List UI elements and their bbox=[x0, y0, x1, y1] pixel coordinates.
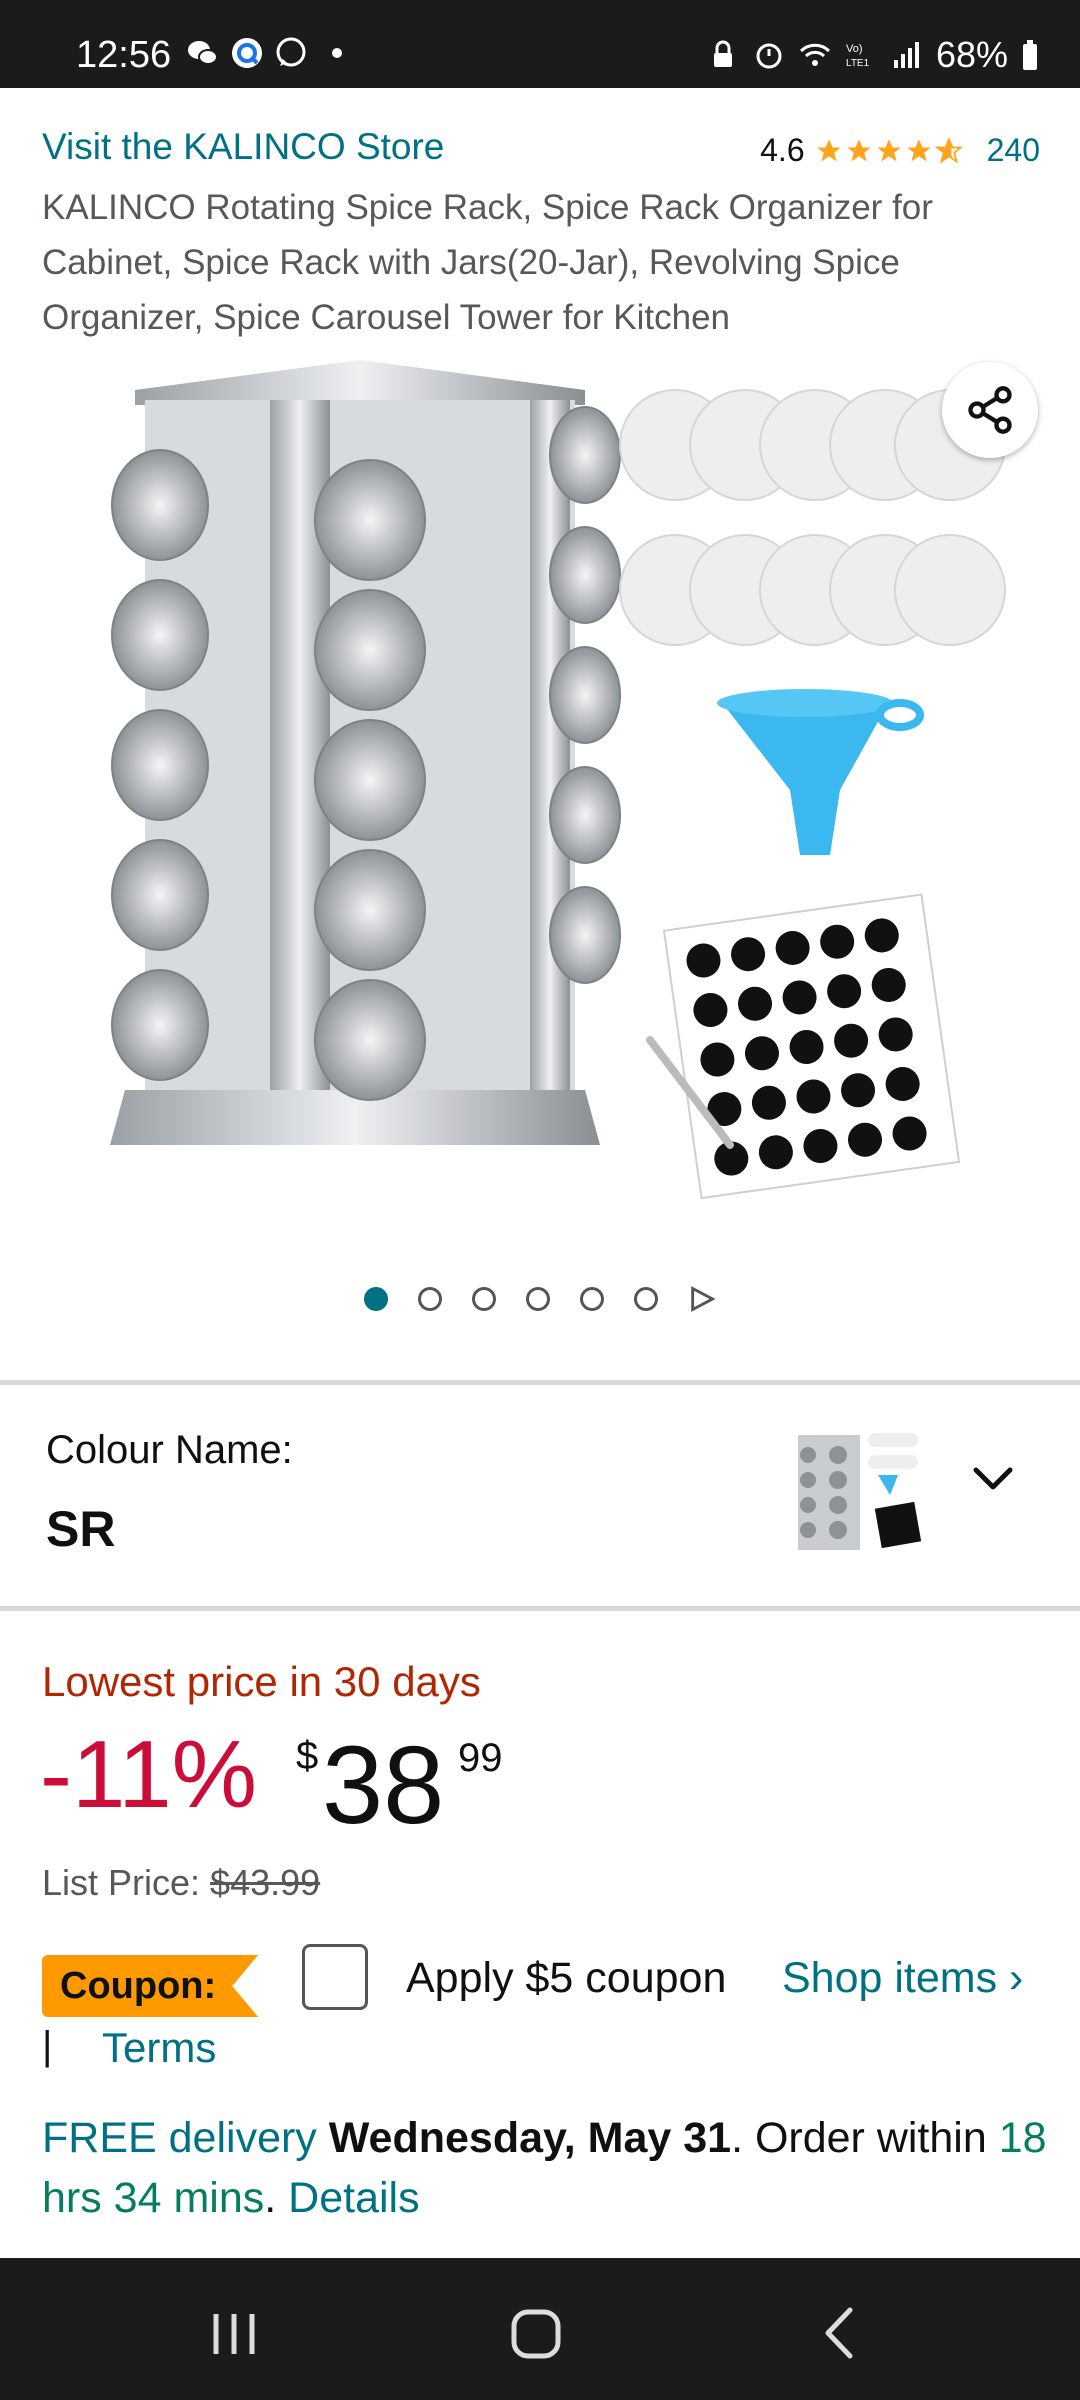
volte-icon: Vo) LTE1 bbox=[846, 43, 870, 69]
whatsapp-icon bbox=[276, 37, 306, 67]
product-image[interactable] bbox=[40, 345, 1040, 1245]
star-full-icon bbox=[846, 138, 871, 161]
svg-text:Vo): Vo) bbox=[846, 43, 863, 55]
colour-thumbnail[interactable] bbox=[790, 1425, 930, 1560]
battery-percent: 68% bbox=[935, 34, 1008, 75]
delivery-date: Wednesday, May 31 bbox=[328, 2114, 732, 2162]
share-icon bbox=[968, 386, 1012, 434]
back-icon[interactable] bbox=[800, 2298, 880, 2368]
section-divider bbox=[0, 1606, 1080, 1611]
signal-icon bbox=[893, 42, 919, 68]
rating-value: 4.6 bbox=[760, 132, 805, 168]
list-price-value: $43.99 bbox=[210, 1862, 321, 1903]
carousel-dot-6[interactable] bbox=[634, 1287, 658, 1311]
rating-count: 240 bbox=[986, 132, 1040, 168]
coupon-checkbox[interactable] bbox=[302, 1944, 368, 2010]
store-link[interactable]: Visit the KALINCO Store bbox=[42, 126, 444, 168]
status-bar: 12:56 Vo) LTE1 68% bbox=[0, 0, 1080, 88]
star-rating bbox=[815, 136, 963, 165]
coupon-badge: Coupon: bbox=[42, 1955, 259, 2017]
coupon-apply-text[interactable]: Apply $5 coupon bbox=[406, 1954, 726, 2003]
carousel-dot-4[interactable] bbox=[526, 1287, 550, 1311]
delivery-period: . bbox=[264, 2174, 277, 2222]
carousel-dot-3[interactable] bbox=[472, 1287, 496, 1311]
battery-icon bbox=[1023, 40, 1037, 70]
order-within-text: . Order within bbox=[731, 2114, 987, 2162]
wifi-icon bbox=[799, 43, 830, 66]
status-app-icons bbox=[186, 36, 342, 70]
delivery-info: FREE delivery Wednesday, May 31. Order w… bbox=[42, 2108, 1052, 2228]
discount-percent: -11% bbox=[40, 1721, 257, 1828]
coupon-separator: | bbox=[42, 2024, 53, 2068]
price-whole: 38 bbox=[322, 1724, 445, 1847]
carousel-dot-1[interactable] bbox=[364, 1287, 388, 1311]
star-half-icon bbox=[934, 136, 963, 164]
price-fraction: 99 bbox=[458, 1736, 503, 1780]
product-title: KALINCO Rotating Spice Rack, Spice Rack … bbox=[42, 188, 933, 337]
colour-label: Colour Name: bbox=[46, 1428, 293, 1472]
chevron-down-icon[interactable] bbox=[968, 1460, 1018, 1500]
list-price: List Price: $43.99 bbox=[42, 1862, 320, 1904]
home-icon[interactable] bbox=[496, 2298, 576, 2368]
carousel-dot-2[interactable] bbox=[418, 1287, 442, 1311]
star-full-icon bbox=[906, 138, 931, 161]
price-currency: $ bbox=[296, 1734, 319, 1778]
star-full-icon bbox=[876, 138, 901, 161]
carousel-dot-5[interactable] bbox=[580, 1287, 604, 1311]
system-nav-bar bbox=[0, 2258, 1080, 2400]
notification-dot bbox=[332, 48, 342, 58]
coupon-terms-link[interactable]: Terms bbox=[102, 2024, 216, 2072]
star-full-icon bbox=[816, 138, 841, 161]
wechat-icon bbox=[188, 41, 218, 65]
svg-text:LTE1: LTE1 bbox=[846, 58, 870, 69]
share-button[interactable] bbox=[942, 362, 1038, 458]
list-price-label: List Price: bbox=[42, 1862, 211, 1903]
image-carousel-indicators bbox=[0, 1285, 1080, 1313]
section-divider bbox=[0, 1380, 1080, 1385]
lock-icon bbox=[713, 40, 732, 67]
colour-value: SR bbox=[46, 1501, 116, 1557]
shop-items-link[interactable]: Shop items › bbox=[782, 1954, 1023, 2003]
q-app-icon bbox=[232, 38, 262, 68]
alarm-icon bbox=[756, 43, 782, 69]
lowest-price-badge: Lowest price in 30 days bbox=[42, 1658, 481, 1705]
rating-summary[interactable]: 4.6 240 bbox=[760, 132, 1040, 169]
video-play-icon[interactable] bbox=[688, 1285, 716, 1313]
delivery-details-link[interactable]: Details bbox=[288, 2174, 419, 2222]
status-system-icons: Vo) LTE1 68% bbox=[706, 34, 1040, 76]
status-time: 12:56 bbox=[76, 34, 172, 76]
free-delivery-link[interactable]: FREE delivery bbox=[42, 2114, 317, 2162]
recent-apps-icon[interactable] bbox=[194, 2298, 274, 2368]
